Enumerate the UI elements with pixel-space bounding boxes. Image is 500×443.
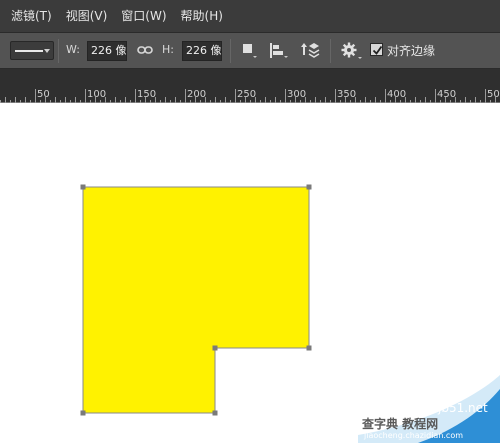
path-alignment-icon[interactable] — [268, 42, 288, 63]
menu-window[interactable]: 窗口(W) — [114, 0, 173, 32]
menu-filter[interactable]: 滤镜(T) — [4, 0, 59, 32]
yellow-custom-shape[interactable] — [82, 186, 310, 414]
gear-icon[interactable] — [341, 41, 363, 64]
stroke-line-icon — [15, 50, 43, 52]
ruler-tick-label: 500 — [487, 89, 500, 100]
ruler-tick-label: 350 — [337, 89, 356, 100]
link-dimensions-icon[interactable] — [137, 43, 153, 60]
align-edges-checkbox[interactable] — [370, 43, 383, 56]
align-edges-label: 对齐边缘 — [387, 44, 436, 58]
divider — [58, 39, 59, 63]
anchor-point[interactable] — [212, 410, 218, 416]
stroke-type-dropdown[interactable] — [10, 41, 54, 60]
width-label: W: — [66, 43, 80, 56]
anchor-point[interactable] — [80, 410, 86, 416]
anchor-point[interactable] — [80, 184, 86, 190]
ruler-tick-label: 250 — [237, 89, 256, 100]
ruler-tick-label: 50 — [37, 89, 50, 100]
menu-view[interactable]: 视图(V) — [59, 0, 115, 32]
path-arrangement-icon[interactable] — [298, 41, 320, 64]
width-field[interactable]: 226 像素 — [87, 41, 127, 61]
options-bar: W: 226 像素 H: 226 像素 — [0, 32, 500, 69]
anchor-point[interactable] — [306, 345, 312, 351]
checkmark-icon — [372, 45, 383, 55]
ruler-tick-label: 150 — [137, 89, 156, 100]
divider — [230, 39, 231, 63]
ruler-tick-label: 400 — [387, 89, 406, 100]
divider — [330, 39, 331, 63]
height-field[interactable]: 226 像素 — [182, 41, 222, 61]
horizontal-ruler[interactable]: 50 100 150 200 250 300 350 400 450 500 — [0, 69, 500, 103]
chevron-down-icon — [44, 49, 50, 53]
path-operations-icon[interactable] — [240, 42, 258, 63]
anchor-point[interactable] — [306, 184, 312, 190]
menu-help[interactable]: 帮助(H) — [174, 0, 230, 32]
height-label: H: — [162, 43, 174, 56]
watermark-domain: jiaocheng.chazidian.com — [364, 431, 464, 440]
ruler-tick-label: 300 — [287, 89, 306, 100]
ruler-tick-label: 100 — [87, 89, 106, 100]
ruler-tick-label: 200 — [187, 89, 206, 100]
watermark-site: jb51.net — [438, 401, 488, 415]
site-watermark: jb51.net 查字典 教程网 jiaocheng.chazidian.com — [358, 375, 500, 443]
menu-bar: 滤镜(T) 视图(V) 窗口(W) 帮助(H) — [0, 0, 500, 32]
watermark-brand: 查字典 教程网 — [362, 417, 439, 431]
anchor-point[interactable] — [212, 345, 218, 351]
ruler-tick-label: 450 — [437, 89, 456, 100]
